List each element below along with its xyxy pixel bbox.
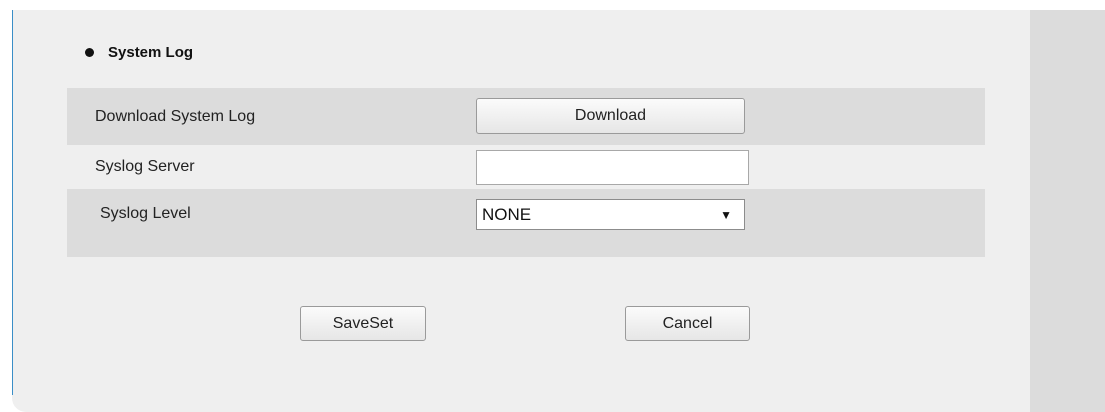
cancel-button[interactable]: Cancel	[625, 306, 750, 341]
syslog-level-select[interactable]: NONE ▼	[476, 199, 745, 230]
saveset-button[interactable]: SaveSet	[300, 306, 426, 341]
syslog-server-label: Syslog Server	[95, 158, 195, 175]
download-button[interactable]: Download	[476, 98, 745, 134]
download-log-label: Download System Log	[95, 107, 256, 125]
right-sidebar-strip	[1030, 10, 1105, 412]
syslog-level-value: NONE	[482, 204, 532, 224]
syslog-server-input[interactable]	[476, 150, 749, 185]
dropdown-arrow-icon: ▼	[720, 207, 732, 222]
syslog-level-label: Syslog Level	[100, 204, 191, 222]
left-accent-rule	[12, 10, 13, 395]
bullet-icon	[85, 47, 94, 57]
section-header: System Log	[85, 40, 193, 64]
section-title: System Log	[108, 43, 194, 61]
